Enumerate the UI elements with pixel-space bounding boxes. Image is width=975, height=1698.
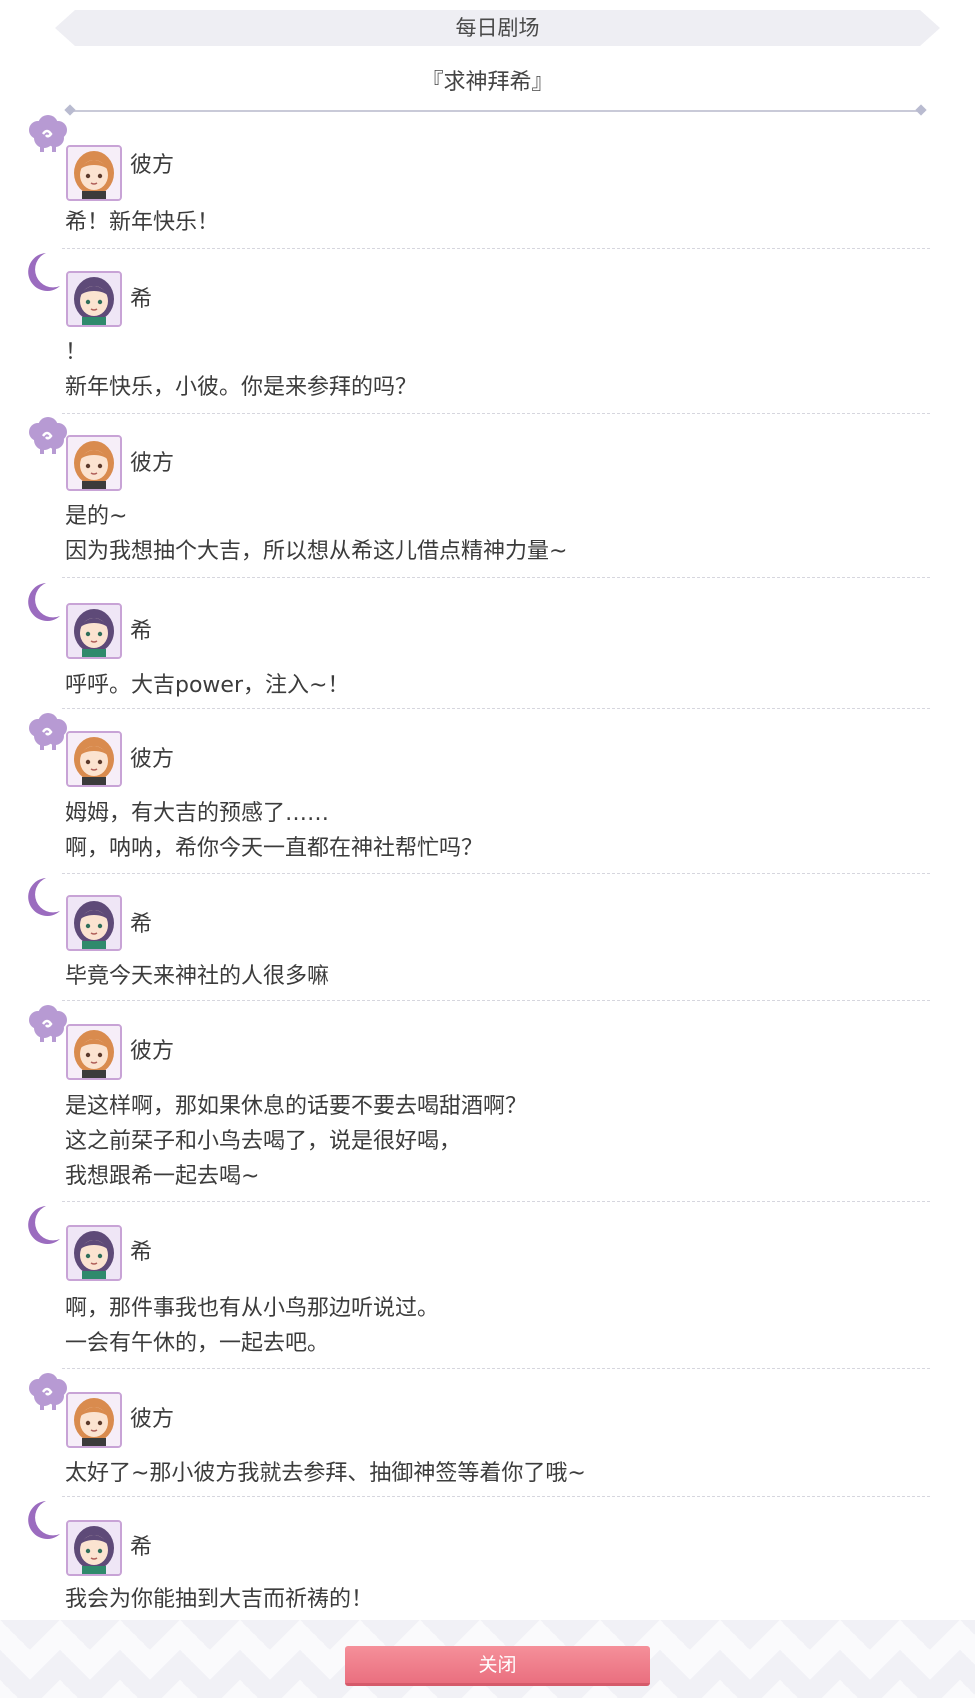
dashed-separator bbox=[62, 413, 930, 414]
dashed-separator bbox=[62, 1000, 930, 1001]
dialogue-text: 是的~ 因为我想抽个大吉，所以想从希这儿借点精神力量~ bbox=[65, 499, 567, 569]
divider-diamond-right bbox=[915, 104, 927, 116]
dashed-separator bbox=[62, 1368, 930, 1369]
dialogue-text: 姆姆，有大吉的预感了…… 啊，呐呐，希你今天一直都在神社帮忙吗？ bbox=[65, 796, 483, 866]
avatar-kanata bbox=[66, 1024, 122, 1080]
speaker-name: 彼方 bbox=[130, 1039, 175, 1064]
dialogue-line: ！ bbox=[65, 340, 88, 365]
dialogue-text: 毕竟今天来神社的人很多嘛 bbox=[65, 959, 329, 994]
dialogue-text: 太好了~那小彼方我就去参拜、抽御神签等着你了哦~ bbox=[65, 1456, 586, 1491]
dialogue-line: 啊，呐呐，希你今天一直都在神社帮忙吗？ bbox=[65, 836, 484, 861]
avatar-kanata bbox=[66, 145, 122, 201]
speaker-name: 彼方 bbox=[130, 1407, 175, 1432]
dialogue-line: 希！新年快乐！ bbox=[65, 210, 220, 235]
dashed-separator bbox=[62, 1496, 930, 1497]
story-title: 『求神拜希』 bbox=[421, 70, 554, 95]
avatar-nozomi bbox=[66, 895, 122, 951]
dialogue-text: 呼呼。大吉power，注入~！ bbox=[65, 668, 349, 703]
avatar-nozomi bbox=[66, 1520, 122, 1576]
dialogue-line: 是这样啊，那如果休息的话要不要去喝甜酒啊？ bbox=[65, 1094, 528, 1119]
dashed-separator bbox=[62, 1201, 930, 1202]
avatar-nozomi bbox=[66, 603, 122, 659]
crescent-moon-icon bbox=[28, 583, 60, 621]
avatar-kanata bbox=[66, 435, 122, 491]
header-title: 每日剧场 bbox=[455, 16, 540, 40]
avatar-nozomi bbox=[66, 1225, 122, 1281]
dialogue-text: 是这样啊，那如果休息的话要不要去喝甜酒啊？ 这之前栞子和小鸟去喝了，说是很好喝，… bbox=[65, 1089, 527, 1194]
dialogue-line: 新年快乐，小彼。你是来参拜的吗？ bbox=[65, 375, 418, 400]
speaker-name: 彼方 bbox=[130, 153, 175, 178]
title-divider bbox=[70, 110, 925, 112]
dialogue-line: 因为我想抽个大吉，所以想从希这儿借点精神力量~ bbox=[65, 539, 568, 564]
crescent-moon-icon bbox=[28, 1501, 60, 1539]
header-bar: 每日剧场 bbox=[55, 10, 940, 46]
dialogue-line: 我想跟希一起去喝~ bbox=[65, 1164, 260, 1189]
avatar-kanata bbox=[66, 731, 122, 787]
speaker-name: 希 bbox=[130, 619, 153, 644]
crescent-moon-icon bbox=[28, 1206, 60, 1244]
dialogue-line: 毕竟今天来神社的人很多嘛 bbox=[65, 964, 330, 989]
speaker-name: 希 bbox=[130, 1535, 153, 1560]
dialogue-line: 太好了~那小彼方我就去参拜、抽御神签等着你了哦~ bbox=[65, 1461, 586, 1486]
close-button[interactable]: 关闭 bbox=[345, 1646, 650, 1686]
crescent-moon-icon bbox=[28, 253, 60, 291]
dialogue-text: 啊，那件事我也有从小鸟那边听说过。 一会有午休的，一起去吧。 bbox=[65, 1291, 439, 1361]
speaker-name: 希 bbox=[130, 1240, 153, 1265]
sheep-icon bbox=[29, 1005, 67, 1042]
dialogue-line: 这之前栞子和小鸟去喝了，说是很好喝， bbox=[65, 1129, 462, 1154]
dialogue-line: 姆姆，有大吉的预感了…… bbox=[65, 801, 330, 826]
avatar-nozomi bbox=[66, 271, 122, 327]
sheep-icon bbox=[29, 1373, 67, 1410]
dashed-separator bbox=[62, 708, 930, 709]
dialogue-line: 啊，那件事我也有从小鸟那边听说过。 bbox=[65, 1296, 440, 1321]
speaker-name: 希 bbox=[130, 287, 153, 312]
sheep-icon bbox=[29, 417, 67, 454]
sheep-icon bbox=[29, 713, 67, 750]
dialogue-text: ！ 新年快乐，小彼。你是来参拜的吗？ bbox=[65, 335, 417, 405]
dialogue-line: 一会有午休的，一起去吧。 bbox=[65, 1331, 330, 1356]
dialogue-text: 希！新年快乐！ bbox=[65, 205, 219, 240]
speaker-name: 希 bbox=[130, 912, 153, 937]
dialogue-line: 是的~ bbox=[65, 504, 128, 529]
dashed-separator bbox=[62, 577, 930, 578]
crescent-moon-icon bbox=[28, 878, 60, 916]
speaker-name: 彼方 bbox=[130, 451, 175, 476]
sheep-icon bbox=[29, 115, 67, 152]
dashed-separator bbox=[62, 248, 930, 249]
avatar-kanata bbox=[66, 1392, 122, 1448]
dialogue-line: 呼呼。大吉power，注入~！ bbox=[65, 673, 350, 698]
dashed-separator bbox=[62, 873, 930, 874]
speaker-name: 彼方 bbox=[130, 747, 175, 772]
dialogue-text: 我会为你能抽到大吉而祈祷的！ bbox=[65, 1582, 373, 1617]
dialogue-line: 我会为你能抽到大吉而祈祷的！ bbox=[65, 1587, 374, 1612]
